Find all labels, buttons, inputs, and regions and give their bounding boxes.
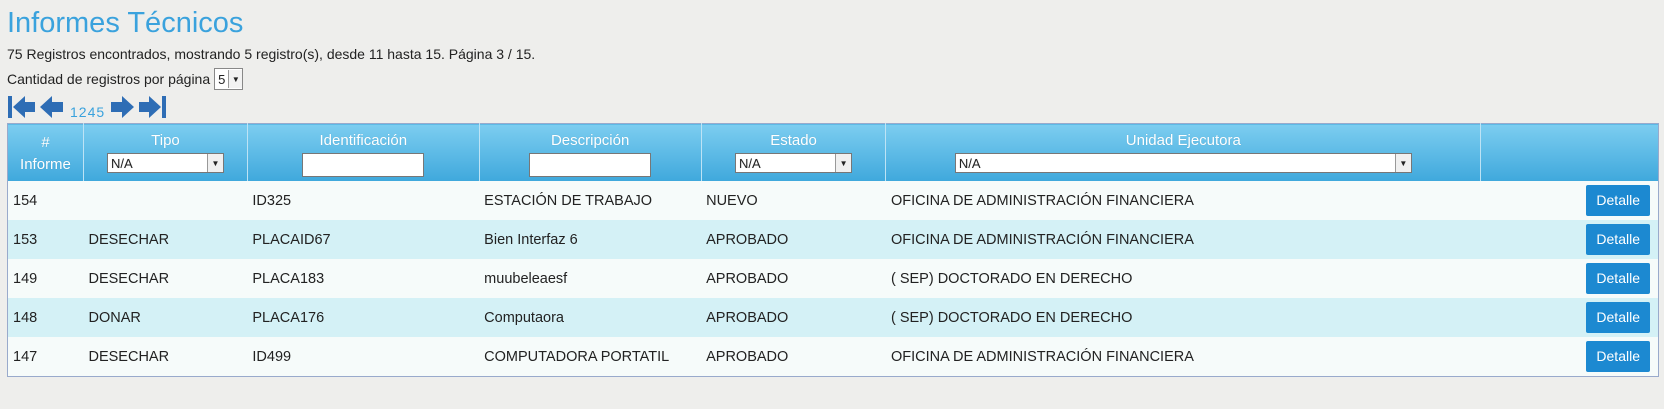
table-row: 148 DONAR PLACA176 Computaora APROBADO (… bbox=[7, 298, 1659, 337]
unidad-filter-value: N/A bbox=[958, 155, 981, 171]
table-row: 147 DESECHAR ID499 COMPUTADORA PORTATIL … bbox=[7, 337, 1659, 377]
estado-filter-value: N/A bbox=[739, 155, 761, 171]
cell-tipo: DESECHAR bbox=[83, 337, 248, 377]
per-page-row: Cantidad de registros por página 5 ▼ bbox=[7, 68, 1664, 90]
cell-identificacion: PLACAID67 bbox=[247, 220, 480, 259]
pagination: 1 2 4 5 bbox=[7, 94, 1664, 120]
column-tipo: Tipo N/A ▼ bbox=[83, 123, 248, 181]
table-row: 154 ID325 ESTACIÓN DE TRABAJO NUEVO OFIC… bbox=[7, 181, 1659, 220]
identificacion-filter-input[interactable] bbox=[302, 153, 425, 177]
column-actions bbox=[1480, 123, 1659, 181]
cell-informe: 149 bbox=[7, 259, 84, 298]
page-title: Informes Técnicos bbox=[7, 7, 244, 39]
page-link-2[interactable]: 2 bbox=[79, 104, 87, 120]
cell-unidad: OFICINA DE ADMINISTRACIÓN FINANCIERA bbox=[885, 337, 1481, 377]
previous-page-icon[interactable] bbox=[39, 94, 65, 120]
cell-descripcion: muubeleaesf bbox=[479, 259, 702, 298]
cell-unidad: OFICINA DE ADMINISTRACIÓN FINANCIERA bbox=[885, 181, 1481, 220]
detalle-button[interactable]: Detalle bbox=[1586, 185, 1650, 216]
page-link-5[interactable]: 5 bbox=[96, 104, 104, 120]
detalle-button[interactable]: Detalle bbox=[1586, 341, 1650, 372]
records-summary: 75 Registros encontrados, mostrando 5 re… bbox=[7, 46, 536, 62]
table-header-row: # Informe Tipo N/A ▼ Identificación Desc… bbox=[7, 123, 1659, 181]
table-row: 153 DESECHAR PLACAID67 Bien Interfaz 6 A… bbox=[7, 220, 1659, 259]
column-estado-label: Estado bbox=[770, 132, 817, 149]
chevron-down-icon: ▼ bbox=[1394, 154, 1411, 172]
cell-informe: 148 bbox=[7, 298, 84, 337]
cell-estado: NUEVO bbox=[701, 181, 886, 220]
chevron-down-icon: ▼ bbox=[835, 154, 852, 172]
descripcion-filter-input[interactable] bbox=[529, 153, 652, 177]
page-numbers: 1 2 4 5 bbox=[70, 104, 104, 120]
cell-descripcion: ESTACIÓN DE TRABAJO bbox=[479, 181, 702, 220]
tipo-filter-select[interactable]: N/A ▼ bbox=[106, 153, 224, 173]
cell-action: Detalle bbox=[1480, 298, 1659, 337]
cell-unidad: ( SEP) DOCTORADO EN DERECHO bbox=[885, 259, 1481, 298]
column-informe: # Informe bbox=[7, 123, 84, 181]
cell-tipo: DESECHAR bbox=[83, 220, 248, 259]
column-identificacion-label: Identificación bbox=[319, 132, 408, 149]
column-estado: Estado N/A ▼ bbox=[701, 123, 887, 181]
cell-informe: 147 bbox=[7, 337, 84, 377]
column-unidad: Unidad Ejecutora N/A ▼ bbox=[885, 123, 1482, 181]
detalle-button[interactable]: Detalle bbox=[1586, 302, 1650, 333]
cell-identificacion: PLACA183 bbox=[247, 259, 480, 298]
reports-table: # Informe Tipo N/A ▼ Identificación Desc… bbox=[7, 123, 1659, 377]
next-page-icon[interactable] bbox=[109, 94, 135, 120]
cell-tipo bbox=[83, 181, 248, 220]
cell-action: Detalle bbox=[1480, 259, 1659, 298]
page-link-1[interactable]: 1 bbox=[70, 104, 78, 120]
column-identificacion: Identificación bbox=[247, 123, 480, 181]
cell-unidad: OFICINA DE ADMINISTRACIÓN FINANCIERA bbox=[885, 220, 1481, 259]
cell-tipo: DONAR bbox=[83, 298, 248, 337]
cell-tipo: DESECHAR bbox=[83, 259, 248, 298]
detalle-button[interactable]: Detalle bbox=[1586, 263, 1650, 294]
cell-action: Detalle bbox=[1480, 337, 1659, 377]
column-descripcion: Descripción bbox=[479, 123, 702, 181]
column-informe-label: # Informe bbox=[20, 134, 71, 173]
column-unidad-label: Unidad Ejecutora bbox=[1125, 132, 1241, 149]
per-page-select[interactable]: 5 ▼ bbox=[214, 68, 244, 90]
cell-informe: 153 bbox=[7, 220, 84, 259]
column-descripcion-label: Descripción bbox=[550, 132, 630, 149]
cell-identificacion: ID499 bbox=[247, 337, 480, 377]
cell-informe: 154 bbox=[7, 181, 84, 220]
cell-unidad: ( SEP) DOCTORADO EN DERECHO bbox=[885, 298, 1481, 337]
cell-descripcion: COMPUTADORA PORTATIL bbox=[479, 337, 702, 377]
per-page-value: 5 bbox=[218, 71, 226, 87]
first-page-icon[interactable] bbox=[7, 94, 37, 120]
cell-descripcion: Bien Interfaz 6 bbox=[479, 220, 702, 259]
last-page-icon[interactable] bbox=[137, 94, 167, 120]
chevron-down-icon: ▼ bbox=[228, 70, 243, 88]
cell-identificacion: ID325 bbox=[247, 181, 480, 220]
cell-action: Detalle bbox=[1480, 220, 1659, 259]
detalle-button[interactable]: Detalle bbox=[1586, 224, 1650, 255]
column-tipo-label: Tipo bbox=[151, 132, 180, 149]
table-row: 149 DESECHAR PLACA183 muubeleaesf APROBA… bbox=[7, 259, 1659, 298]
cell-estado: APROBADO bbox=[701, 220, 886, 259]
cell-estado: APROBADO bbox=[701, 298, 886, 337]
tipo-filter-value: N/A bbox=[110, 155, 133, 171]
unidad-filter-select[interactable]: N/A ▼ bbox=[954, 153, 1412, 173]
per-page-label: Cantidad de registros por página bbox=[7, 71, 211, 87]
chevron-down-icon: ▼ bbox=[206, 154, 223, 172]
cell-action: Detalle bbox=[1480, 181, 1659, 220]
cell-descripcion: Computaora bbox=[479, 298, 702, 337]
cell-estado: APROBADO bbox=[701, 337, 886, 377]
estado-filter-select[interactable]: N/A ▼ bbox=[735, 153, 853, 173]
page-container: Informes Técnicos 75 Registros encontrad… bbox=[0, 0, 1664, 377]
cell-estado: APROBADO bbox=[701, 259, 886, 298]
page-link-4[interactable]: 4 bbox=[88, 104, 96, 120]
cell-identificacion: PLACA176 bbox=[247, 298, 480, 337]
